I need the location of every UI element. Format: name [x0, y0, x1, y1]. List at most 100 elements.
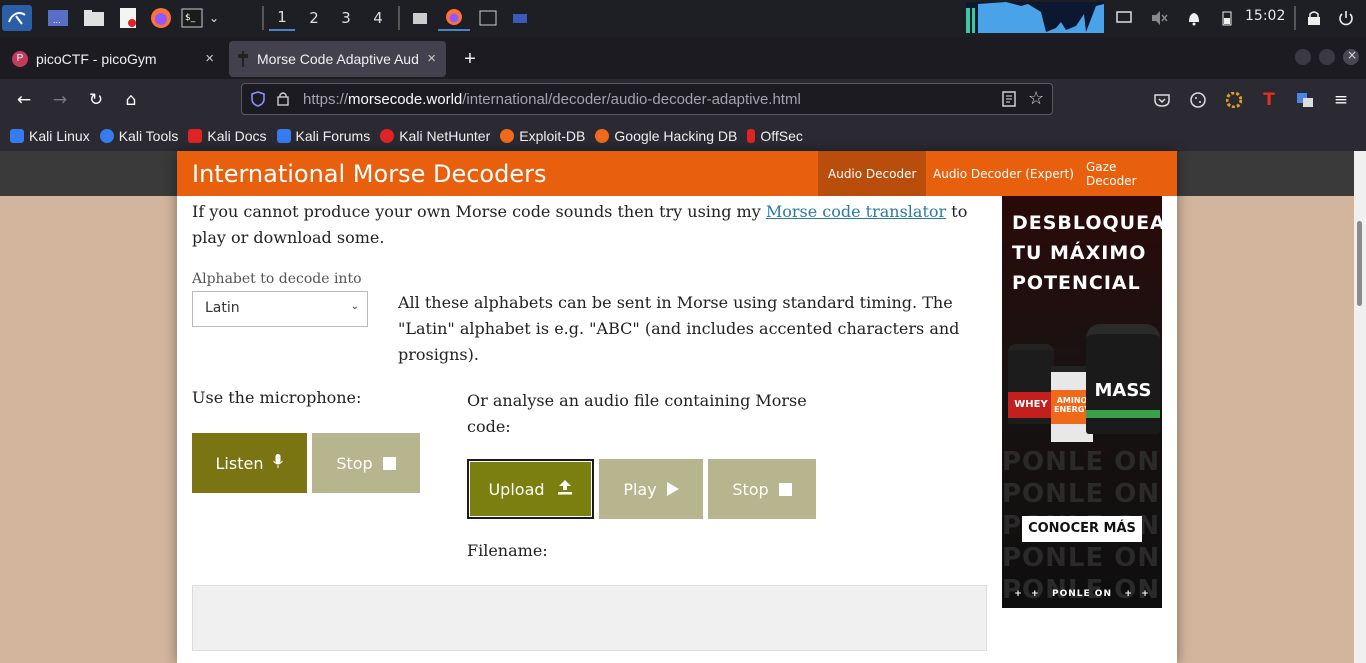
translate-extension-icon[interactable] [1294, 89, 1316, 111]
bookmark-kali-forums[interactable]: Kali Forums [276, 128, 370, 144]
ad-headline-line: DESBLOQUEA [1012, 212, 1162, 234]
window-button-terminal[interactable] [476, 5, 500, 31]
advertisement[interactable]: PONLE ONPONLE ONPONLE ONPONLE ONPONLE ON… [1002, 196, 1162, 608]
new-tab-button[interactable]: + [458, 41, 482, 77]
url-text: https://morsecode.world/international/de… [303, 91, 801, 108]
file-manager-icon[interactable] [82, 5, 106, 31]
mic-label: Use the microphone: [192, 388, 362, 407]
show-desktop-icon[interactable]: ... [46, 5, 70, 31]
file-label: Or analyse an audio file containing Mors… [467, 391, 807, 436]
forward-arrow-icon[interactable]: → [49, 89, 71, 111]
cookie-extension-icon[interactable] [1187, 89, 1209, 111]
content-panel: International Morse Decoders Audio Decod… [177, 151, 1177, 663]
url-path: /international/decoder/audio-decoder-ada… [462, 91, 801, 108]
window-button-firefox[interactable] [438, 5, 470, 31]
bookmark-star-icon[interactable]: ☆ [1028, 88, 1044, 109]
stop-square-icon [382, 456, 396, 470]
home-icon[interactable]: ⌂ [120, 89, 142, 111]
reader-view-icon[interactable] [1002, 91, 1016, 111]
battery-icon[interactable] [1217, 5, 1237, 31]
cpu-graph [966, 2, 1104, 33]
navigation-toolbar: ← → ↻ ⌂ https://morsecode.world/internat… [0, 79, 1366, 120]
reload-icon[interactable]: ↻ [85, 89, 107, 111]
text-extension-icon[interactable]: T [1258, 89, 1280, 111]
tab-morse[interactable]: Morse Code Adaptive Aud × [229, 41, 446, 77]
filename-label: Filename: [467, 541, 548, 560]
close-tab-icon[interactable]: × [427, 50, 436, 67]
scrollbar-thumb[interactable] [1357, 221, 1362, 306]
ad-bg-line: PONLE ON [1002, 447, 1161, 477]
terminal-launcher-icon[interactable]: $_ [180, 5, 204, 31]
text-editor-icon[interactable] [116, 5, 140, 31]
workspace-2[interactable]: 2 [301, 5, 327, 31]
nav-audio-decoder-expert[interactable]: Audio Decoder (Expert) [923, 151, 1084, 196]
listen-button[interactable]: Listen [192, 433, 307, 493]
window-button-1[interactable] [408, 5, 432, 31]
ad-headline: DESBLOQUEA TU MÁXIMO POTENCIAL [1012, 208, 1162, 298]
offsec-icon [747, 128, 756, 143]
alphabet-select[interactable]: Latin ⌄ [192, 291, 368, 327]
bookmark-exploit-db[interactable]: Exploit-DB [500, 128, 585, 144]
translator-link[interactable]: Morse code translator [766, 202, 946, 221]
nav-audio-decoder[interactable]: Audio Decoder [818, 151, 927, 196]
tracking-shield-icon[interactable] [251, 91, 265, 111]
chevron-down-icon[interactable]: ⌄ [206, 5, 222, 31]
play-button[interactable]: Play [599, 459, 703, 519]
mic-stop-button[interactable]: Stop [312, 433, 420, 493]
close-tab-icon[interactable]: × [205, 50, 214, 67]
ad-cta-button[interactable]: CONOCER MÁS [1022, 516, 1142, 542]
microphone-icon [273, 453, 284, 473]
ad-footer: + + PONLE ON + + [1002, 589, 1162, 599]
padlock-icon[interactable] [277, 91, 289, 110]
bookmark-kali-nethunter[interactable]: Kali NetHunter [380, 128, 490, 144]
tab-picoctf[interactable]: P picoCTF - picoGym × [4, 41, 224, 77]
workspace-4[interactable]: 4 [365, 5, 391, 31]
color-wheel-extension-icon[interactable] [1223, 89, 1245, 111]
pocket-icon[interactable] [1151, 89, 1173, 111]
volume-muted-icon[interactable] [1149, 5, 1169, 31]
bookmark-label: Kali NetHunter [399, 127, 491, 144]
bookmark-label: Kali Tools [118, 127, 179, 144]
alphabet-description: All these alphabets can be sent in Morse… [398, 293, 960, 364]
taskbar: ... $_ ⌄ 1 2 3 4 15:02 [0, 0, 1366, 37]
ad-plus-icons: + + [1111, 589, 1150, 599]
bookmark-google-hacking-db[interactable]: Google Hacking DB [595, 128, 737, 144]
bookmark-label: OffSec [760, 127, 803, 144]
ad-plus-icons: + + [1014, 589, 1052, 599]
kali-docs-icon [188, 128, 203, 143]
back-arrow-icon[interactable]: ← [13, 89, 35, 111]
bookmark-label: Kali Docs [207, 127, 267, 144]
hamburger-menu-icon[interactable]: ≡ [1330, 89, 1352, 111]
decoded-output-box[interactable] [192, 585, 987, 651]
power-icon[interactable] [1336, 5, 1356, 31]
file-stop-button[interactable]: Stop [708, 459, 816, 519]
lock-icon[interactable] [1304, 5, 1324, 31]
kali-menu-icon[interactable] [2, 5, 32, 31]
close-window-button[interactable]: × [1343, 48, 1359, 65]
bookmark-kali-linux[interactable]: Kali Linux [10, 128, 90, 144]
address-bar[interactable]: https://morsecode.world/international/de… [241, 83, 1053, 115]
picoctf-favicon-icon: P [12, 51, 28, 67]
stop-square-icon [778, 482, 792, 496]
workspace-1[interactable]: 1 [269, 5, 295, 31]
screen-icon[interactable] [1114, 5, 1134, 31]
minimize-window-button[interactable] [1295, 49, 1311, 65]
site-title[interactable]: International Morse Decoders [192, 160, 546, 188]
nav-gaze-decoder[interactable]: Gaze Decoder [1076, 151, 1177, 196]
tab-title: picoCTF - picoGym [36, 51, 157, 67]
bookmarks-toolbar: Kali Linux Kali Tools Kali Docs Kali For… [0, 120, 1366, 151]
morse-favicon-icon [237, 51, 249, 67]
page-scrollbar[interactable] [1354, 151, 1366, 663]
bookmark-kali-tools[interactable]: Kali Tools [99, 127, 179, 144]
notification-bell-icon[interactable] [1184, 5, 1204, 31]
upload-button[interactable]: Upload [467, 459, 594, 519]
clock[interactable]: 15:02 [1245, 8, 1285, 24]
maximize-window-button[interactable] [1319, 49, 1335, 65]
url-host: morsecode.world [348, 91, 463, 108]
window-button-folder[interactable] [508, 5, 532, 31]
workspace-3[interactable]: 3 [333, 5, 359, 31]
bookmark-offsec[interactable]: OffSec [747, 128, 803, 144]
firefox-launcher-icon[interactable] [149, 5, 173, 31]
upload-icon [557, 479, 573, 499]
bookmark-kali-docs[interactable]: Kali Docs [188, 127, 267, 144]
